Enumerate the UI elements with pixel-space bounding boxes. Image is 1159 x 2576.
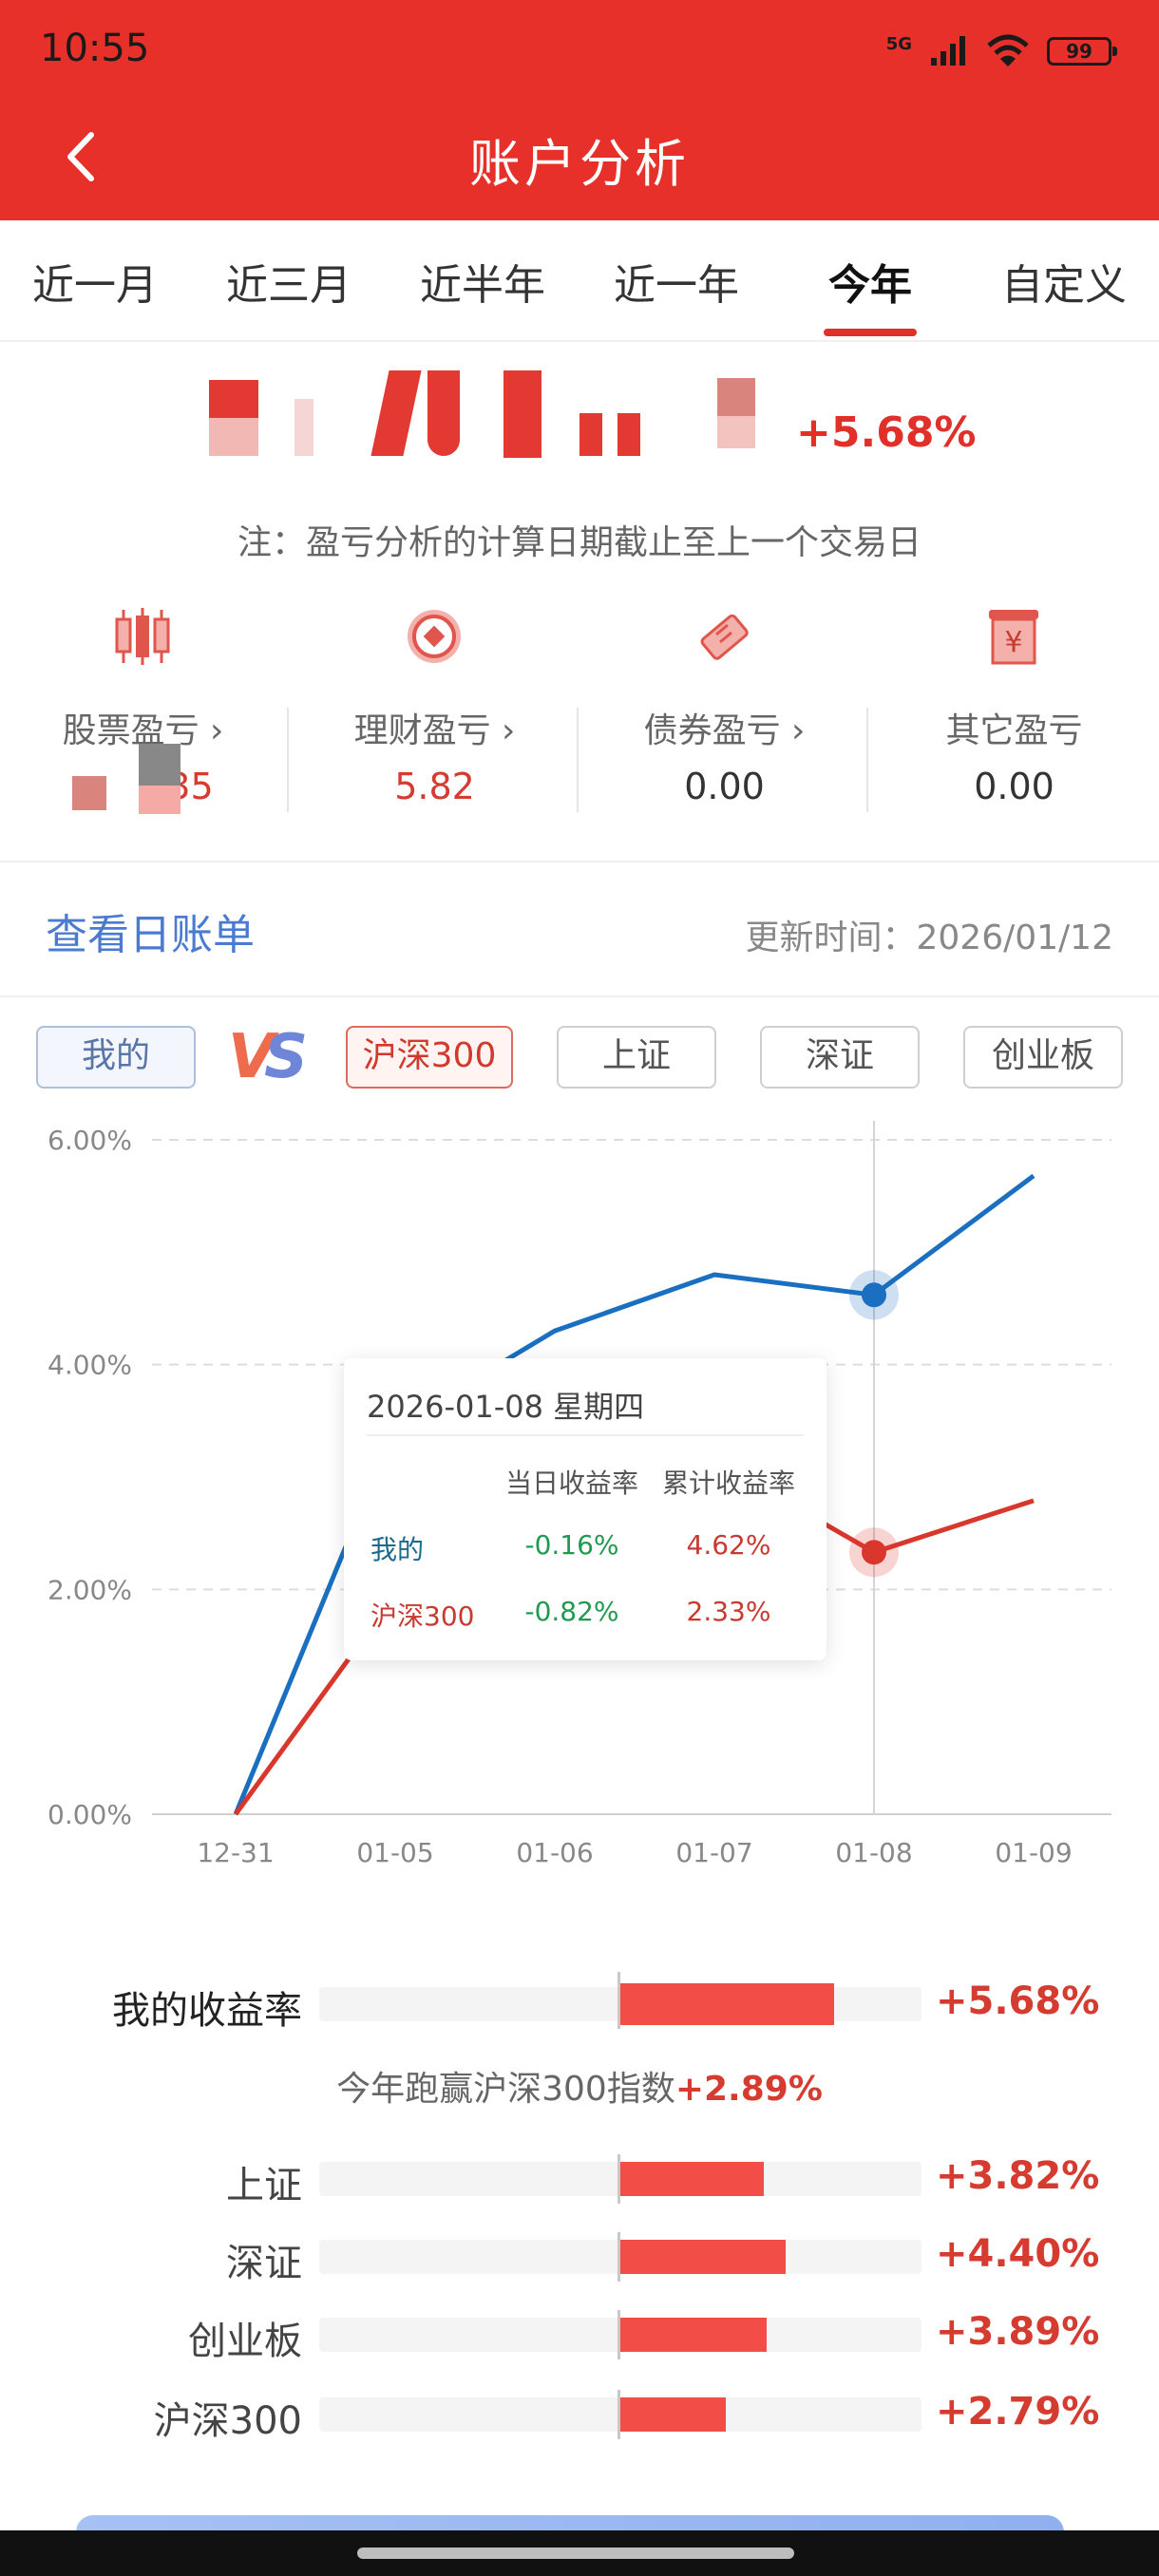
tab-custom[interactable]: 自定义: [969, 251, 1159, 312]
y-tick-label: 0.00%: [48, 1799, 132, 1830]
category-stock[interactable]: 股票盈亏 › 35: [0, 598, 288, 826]
tooltip-row-hs300-cum: 2.33%: [686, 1596, 771, 1627]
index-sz-label: 深证: [226, 2242, 302, 2285]
compare-sh-button[interactable]: 上证: [557, 1026, 716, 1089]
index-sh-label: 上证: [226, 2164, 302, 2207]
nav-bar: 账户分析: [0, 95, 1159, 220]
compare-cyb-button[interactable]: 创业板: [963, 1026, 1123, 1089]
total-return-pct: +5.68%: [796, 408, 977, 457]
tab-6-months[interactable]: 近半年: [388, 251, 578, 312]
svg-text:¥: ¥: [1004, 626, 1022, 659]
tab-3-months[interactable]: 近三月: [194, 251, 384, 312]
tooltip-row-mine-cum: 4.62%: [686, 1529, 771, 1561]
highlight-point: [862, 1282, 886, 1308]
pnl-categories: 股票盈亏 › 35 理财盈亏 › 5.82 债券盈亏 › 0.00 ¥ 其它盈亏…: [0, 598, 1159, 826]
category-bond-value: 0.00: [684, 766, 765, 807]
category-bond[interactable]: 债券盈亏 › 0.00: [580, 598, 869, 826]
divider: [287, 708, 289, 812]
divider: [866, 708, 868, 812]
tooltip-col-cum: 累计收益率: [661, 1468, 795, 1499]
vs-icon: V S: [228, 1022, 308, 1090]
category-wealth[interactable]: 理财盈亏 › 5.82: [290, 598, 580, 826]
divider: [0, 861, 1159, 862]
x-tick-label: 01-06: [516, 1837, 593, 1868]
status-bar: 10:55 5G 99: [0, 0, 1159, 95]
tab-this-year[interactable]: 今年: [775, 251, 965, 312]
battery-icon: 99: [1047, 37, 1117, 66]
category-stock-value: 35: [0, 743, 288, 814]
yen-calendar-icon: ¥: [989, 610, 1038, 665]
tooltip-col-daily: 当日收益率: [504, 1468, 638, 1499]
bar-axis: [618, 2154, 620, 2204]
status-time: 10:55: [40, 27, 150, 70]
tooltip-row-mine-daily: -0.16%: [524, 1529, 619, 1561]
index-sz-bar: [620, 2240, 786, 2274]
network-type: 5G: [885, 33, 912, 54]
bar-axis: [618, 2390, 620, 2439]
tab-1-year[interactable]: 近一年: [581, 251, 771, 312]
compare-sz-button[interactable]: 深证: [760, 1026, 920, 1089]
category-other-value: 0.00: [974, 766, 1054, 807]
category-other[interactable]: ¥ 其它盈亏 0.00: [869, 598, 1159, 826]
y-tick-label: 4.00%: [48, 1350, 132, 1381]
compare-hs300-button[interactable]: 沪深300: [346, 1026, 513, 1089]
svg-text:S: S: [264, 1022, 308, 1090]
my-return-label: 我的收益率: [112, 1989, 302, 2033]
x-tick-label: 12-31: [197, 1837, 274, 1868]
index-sh-value: +3.82%: [936, 2154, 1100, 2198]
chart-tooltip: 2026-01-08 星期四 当日收益率 累计收益率 我的 -0.16% 4.6…: [344, 1358, 826, 1660]
calc-date-note: 注：盈亏分析的计算日期截止至上一个交易日: [237, 523, 922, 562]
y-tick-label: 2.00%: [48, 1574, 132, 1605]
divider: [0, 995, 1159, 997]
view-daily-bill-link[interactable]: 查看日账单: [46, 900, 255, 961]
page-title: 账户分析: [469, 134, 690, 194]
tooltip-row-hs300-daily: -0.82%: [524, 1596, 619, 1627]
period-tabs: 近一月 近三月 近半年 近一年 今年 自定义: [0, 220, 1159, 342]
divider: [577, 708, 579, 812]
beat-index-text: 今年跑赢沪深300指数+2.89%: [336, 2070, 823, 2109]
total-amount-masked: [200, 361, 770, 465]
tooltip-date: 2026-01-08 星期四: [367, 1389, 645, 1425]
update-time: 更新时间：2026/01/12: [745, 919, 1114, 957]
x-tick-label: 01-05: [356, 1837, 433, 1868]
category-other-label: 其它盈亏: [945, 711, 1083, 750]
coin-icon: [408, 610, 461, 663]
index-cyb-label: 创业板: [188, 2320, 302, 2363]
wifi-icon: [987, 34, 1029, 66]
signal-icon: [931, 36, 965, 66]
index-hs300-value: +2.79%: [936, 2390, 1100, 2434]
home-indicator[interactable]: [357, 2548, 794, 2559]
index-sh-bar: [620, 2162, 764, 2196]
candlestick-icon: [115, 608, 170, 665]
active-tab-indicator: [824, 329, 917, 336]
status-icons: 5G 99: [885, 32, 1117, 70]
index-cyb-value: +3.89%: [936, 2310, 1100, 2354]
y-tick-label: 6.00%: [48, 1125, 132, 1156]
ticket-icon: [700, 614, 749, 660]
bar-axis: [618, 2232, 620, 2282]
category-wealth-label: 理财盈亏 ›: [353, 711, 516, 750]
my-return-value: +5.68%: [936, 1979, 1100, 2023]
highlight-point: [862, 1540, 886, 1565]
my-return-bar: [620, 1983, 834, 2025]
index-hs300-bar: [620, 2397, 726, 2432]
tooltip-row-mine-name: 我的: [370, 1534, 425, 1565]
x-tick-label: 01-09: [995, 1837, 1072, 1868]
tooltip-row-hs300-name: 沪深300: [370, 1601, 475, 1632]
bar-axis: [618, 2310, 620, 2359]
tab-1-month[interactable]: 近一月: [0, 251, 190, 312]
index-hs300-label: 沪深300: [153, 2399, 302, 2443]
category-wealth-value: 5.82: [394, 766, 475, 807]
x-tick-label: 01-07: [675, 1837, 752, 1868]
tooltip-divider: [367, 1434, 804, 1436]
index-sz-value: +4.40%: [936, 2232, 1100, 2276]
compare-mine-button[interactable]: 我的: [36, 1026, 196, 1089]
x-tick-label: 01-08: [835, 1837, 912, 1868]
bar-axis: [618, 1972, 620, 2029]
index-cyb-bar: [620, 2318, 767, 2352]
category-bond-label: 债券盈亏 ›: [643, 711, 806, 750]
